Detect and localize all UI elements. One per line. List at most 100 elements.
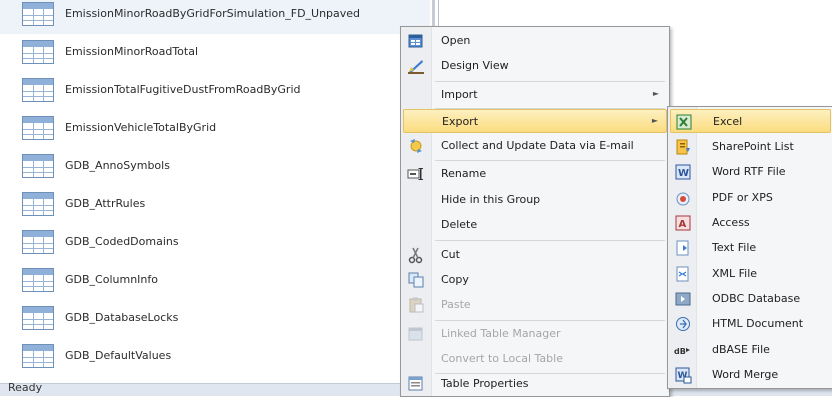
menu-item-cut[interactable]: Cut: [403, 243, 667, 267]
menu-item-label: Collect and Update Data via E-mail: [441, 139, 634, 152]
menu-item-label: Text File: [712, 241, 757, 254]
svg-text:A: A: [679, 219, 687, 230]
dbase-icon: dB: [674, 347, 690, 356]
svg-text:W: W: [678, 168, 689, 179]
nav-item-table[interactable]: GDB_DatabaseLocks: [0, 300, 430, 338]
copy-icon: [408, 272, 424, 288]
menu-item-label: Word RTF File: [712, 165, 786, 178]
nav-item-label: GDB_AttrRules: [65, 197, 146, 210]
menu-item-label: Open: [441, 34, 471, 47]
word-rtf-icon: W: [675, 164, 691, 180]
access-icon: A: [675, 215, 691, 231]
menu-item-collect-data[interactable]: Collect and Update Data via E-mail: [403, 134, 667, 158]
menu-item-import[interactable]: Import ►: [403, 83, 667, 107]
menu-item-label: Linked Table Manager: [441, 327, 561, 340]
nav-item-table[interactable]: EmissionTotalFugitiveDustFromRoadByGrid: [0, 72, 430, 110]
navigation-pane: EmissionMinorRoadByGridForSimulation_FD_…: [0, 0, 432, 383]
status-text: Ready: [8, 381, 43, 394]
table-properties-icon: [408, 376, 423, 391]
word-merge-icon: W: [675, 367, 692, 384]
menu-item-hide-in-group[interactable]: Hide in this Group: [403, 188, 667, 212]
export-xml-file[interactable]: XML File: [670, 262, 831, 286]
menu-item-label: Word Merge: [712, 368, 779, 381]
menu-item-paste: Paste: [403, 293, 667, 317]
menu-item-label: Export: [442, 115, 479, 128]
menu-item-linked-table-manager: Linked Table Manager: [403, 322, 667, 346]
nav-item-label: EmissionMinorRoadByGridForSimulation_FD_…: [65, 7, 361, 20]
export-text-file[interactable]: Text File: [670, 236, 831, 260]
menu-separator: [435, 240, 665, 241]
menu-item-copy[interactable]: Copy: [403, 268, 667, 292]
submenu-arrow-icon: ►: [652, 89, 659, 98]
export-pdf-xps[interactable]: PDF or XPS: [670, 186, 831, 210]
export-odbc-database[interactable]: ODBC Database: [670, 287, 831, 311]
export-excel[interactable]: Excel: [670, 109, 831, 133]
scissors-icon: [408, 247, 423, 264]
table-icon: [22, 306, 54, 330]
rename-icon: [407, 168, 423, 180]
menu-item-label: Design View: [441, 59, 509, 72]
menu-item-label: Cut: [441, 248, 460, 261]
design-view-icon: [408, 60, 424, 74]
export-access[interactable]: A Access: [670, 211, 831, 235]
linked-table-manager-icon: [408, 327, 423, 341]
text-file-icon: [676, 240, 689, 256]
nav-item-label: GDB_AnnoSymbols: [65, 159, 170, 172]
nav-item-table[interactable]: EmissionMinorRoadTotal: [0, 34, 430, 72]
export-dbase-file[interactable]: dB dBASE File: [670, 338, 831, 362]
nav-item-table[interactable]: GDB_AnnoSymbols: [0, 148, 430, 186]
nav-item-table[interactable]: GDB_AttrRules: [0, 186, 430, 224]
nav-item-label: GDB_ColumnInfo: [65, 273, 158, 286]
nav-item-label: EmissionMinorRoadTotal: [65, 45, 199, 58]
nav-item-label: EmissionTotalFugitiveDustFromRoadByGrid: [65, 83, 301, 96]
menu-item-design-view[interactable]: Design View: [403, 54, 667, 78]
menu-item-label: Copy: [441, 273, 469, 286]
export-word-rtf[interactable]: W Word RTF File: [670, 160, 831, 184]
menu-item-convert-local-table: Convert to Local Table: [403, 347, 667, 371]
menu-item-label: XML File: [712, 267, 758, 280]
nav-item-label: GDB_DefaultValues: [65, 349, 172, 362]
excel-icon: [676, 114, 692, 130]
table-icon: [22, 116, 54, 140]
menu-item-label: HTML Document: [712, 317, 804, 330]
nav-item-table[interactable]: GDB_CodedDomains: [0, 224, 430, 262]
menu-item-export[interactable]: Export ►: [403, 109, 667, 133]
export-word-merge[interactable]: W Word Merge: [670, 363, 831, 387]
menu-item-open[interactable]: Open: [403, 29, 667, 53]
menu-item-label: SharePoint List: [712, 140, 794, 153]
export-html-document[interactable]: HTML Document: [670, 312, 831, 336]
table-icon: [22, 268, 54, 292]
nav-item-table[interactable]: GDB_DefaultValues: [0, 338, 430, 376]
menu-separator: [435, 160, 665, 161]
menu-item-rename[interactable]: Rename: [403, 162, 667, 186]
menu-separator: [435, 81, 665, 82]
table-icon: [22, 154, 54, 178]
divider: [438, 0, 439, 26]
context-menu: Open Design View Import ► Export ► Colle…: [400, 26, 670, 397]
export-sharepoint-list[interactable]: SharePoint List: [670, 135, 831, 159]
html-document-icon: [676, 317, 690, 331]
nav-item-label: EmissionVehicleTotalByGrid: [65, 121, 217, 134]
nav-item-table[interactable]: GDB_ColumnInfo: [0, 262, 430, 300]
sharepoint-list-icon: [676, 139, 690, 155]
svg-text:dB: dB: [674, 347, 686, 356]
menu-item-label: Excel: [713, 115, 743, 128]
menu-item-label: ODBC Database: [712, 292, 801, 305]
nav-item-table[interactable]: EmissionMinorRoadByGridForSimulation_FD_…: [0, 0, 430, 34]
menu-item-label: Convert to Local Table: [441, 352, 563, 365]
submenu-arrow-icon: ►: [651, 116, 658, 125]
table-icon: [22, 344, 54, 368]
table-icon: [22, 2, 54, 26]
menu-item-label: Rename: [441, 167, 487, 180]
table-icon: [22, 40, 54, 64]
nav-item-label: GDB_CodedDomains: [65, 235, 179, 248]
menu-item-delete[interactable]: Delete: [403, 213, 667, 237]
table-icon: [22, 78, 54, 102]
nav-item-table[interactable]: EmissionVehicleTotalByGrid: [0, 110, 430, 148]
menu-item-label: Import: [441, 88, 478, 101]
nav-item-label: GDB_DatabaseLocks: [65, 311, 179, 324]
menu-item-label: Hide in this Group: [441, 193, 541, 206]
menu-item-table-properties[interactable]: Table Properties: [403, 372, 667, 396]
menu-item-label: Table Properties: [441, 377, 529, 390]
menu-separator: [435, 320, 665, 321]
